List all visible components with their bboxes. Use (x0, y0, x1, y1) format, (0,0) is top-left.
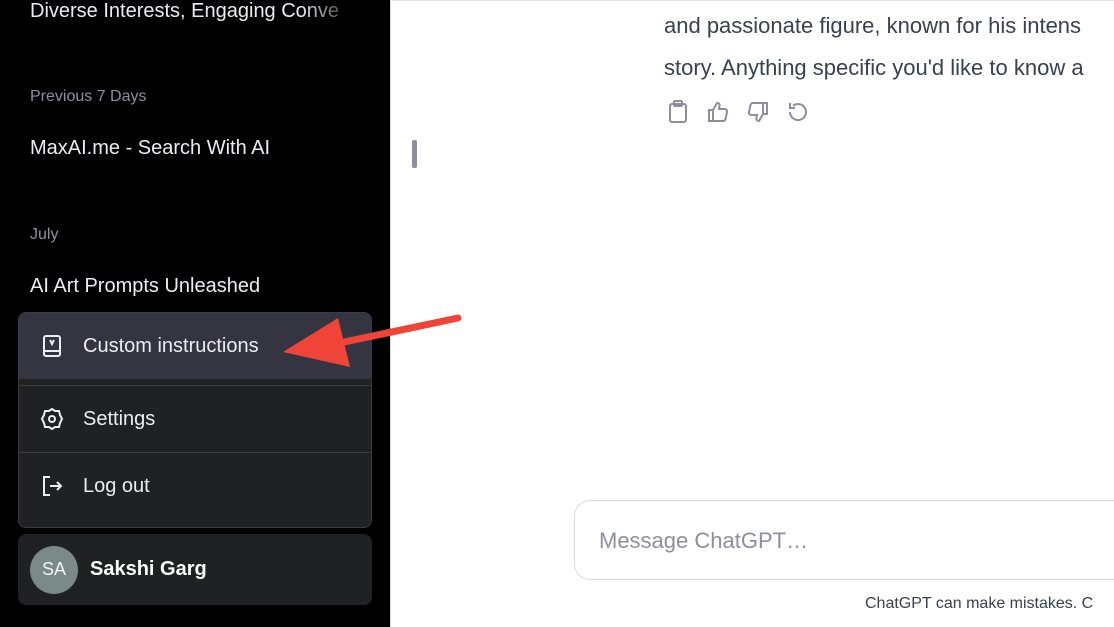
message-composer (574, 500, 1114, 580)
user-account-button[interactable]: SA Sakshi Garg (18, 534, 372, 605)
user-name: Sakshi Garg (90, 558, 207, 580)
chat-item[interactable]: Diverse Interests, Engaging Conve (30, 0, 360, 23)
log-out-icon (39, 473, 65, 499)
book-icon (39, 333, 65, 359)
message-input[interactable] (599, 523, 1099, 559)
settings-label: Settings (83, 407, 156, 430)
thumbs-down-icon[interactable] (745, 99, 771, 125)
chat-item[interactable]: AI Art Prompts Unleashed (30, 275, 260, 298)
log-out-menu-item[interactable]: Log out (19, 453, 371, 519)
regenerate-icon[interactable] (785, 99, 811, 125)
settings-menu-item[interactable]: Settings (19, 386, 371, 452)
gear-icon (39, 406, 65, 432)
chat-item[interactable]: MaxAI.me - Search With AI (30, 137, 270, 160)
thumbs-up-icon[interactable] (705, 99, 731, 125)
section-label-previous-7-days: Previous 7 Days (30, 88, 147, 105)
assistant-message-line: and passionate figure, known for his int… (664, 13, 1082, 38)
custom-instructions-label: Custom instructions (83, 334, 259, 357)
message-actions (665, 99, 811, 125)
section-label-july: July (30, 226, 59, 243)
assistant-message-line: story. Anything specific you'd like to k… (664, 55, 1084, 80)
log-out-label: Log out (83, 474, 150, 497)
sidebar-resize-handle[interactable] (412, 140, 417, 168)
disclaimer-text: ChatGPT can make mistakes. C (865, 595, 1094, 612)
avatar: SA (30, 545, 78, 594)
sidebar: Diverse Interests, Engaging Conve Previo… (0, 0, 390, 627)
account-menu: Custom instructions Settings Log out (18, 312, 372, 528)
chat-main: and passionate figure, known for his int… (390, 0, 1114, 627)
clipboard-icon[interactable] (665, 99, 691, 125)
custom-instructions-menu-item[interactable]: Custom instructions (19, 313, 371, 379)
